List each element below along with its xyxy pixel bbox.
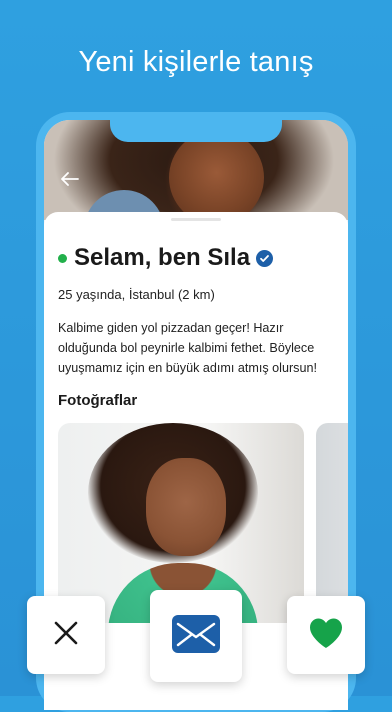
phone-notch	[110, 112, 282, 142]
drag-handle[interactable]	[171, 218, 221, 221]
heart-icon	[308, 617, 344, 654]
verified-badge-icon	[256, 249, 274, 267]
cover-face	[169, 130, 264, 225]
message-button[interactable]	[150, 590, 242, 682]
back-arrow-icon[interactable]	[60, 170, 80, 190]
dislike-button[interactable]	[27, 596, 105, 674]
profile-name: Selam, ben Sıla	[74, 244, 251, 271]
photo-face	[146, 458, 226, 556]
action-bar	[0, 590, 392, 690]
envelope-icon	[172, 614, 220, 658]
profile-meta: 25 yaşında, İstanbul (2 km)	[58, 287, 215, 302]
photos-title: Fotoğraflar	[58, 392, 138, 409]
like-button[interactable]	[287, 596, 365, 674]
headline: Yeni kişilerle tanış	[78, 46, 314, 78]
profile-bio: Kalbime giden yol pizzadan geçer! Hazır …	[58, 321, 317, 375]
close-icon	[53, 620, 79, 651]
online-status-icon	[58, 253, 67, 263]
name-row: Selam, ben Sıla	[58, 244, 274, 272]
